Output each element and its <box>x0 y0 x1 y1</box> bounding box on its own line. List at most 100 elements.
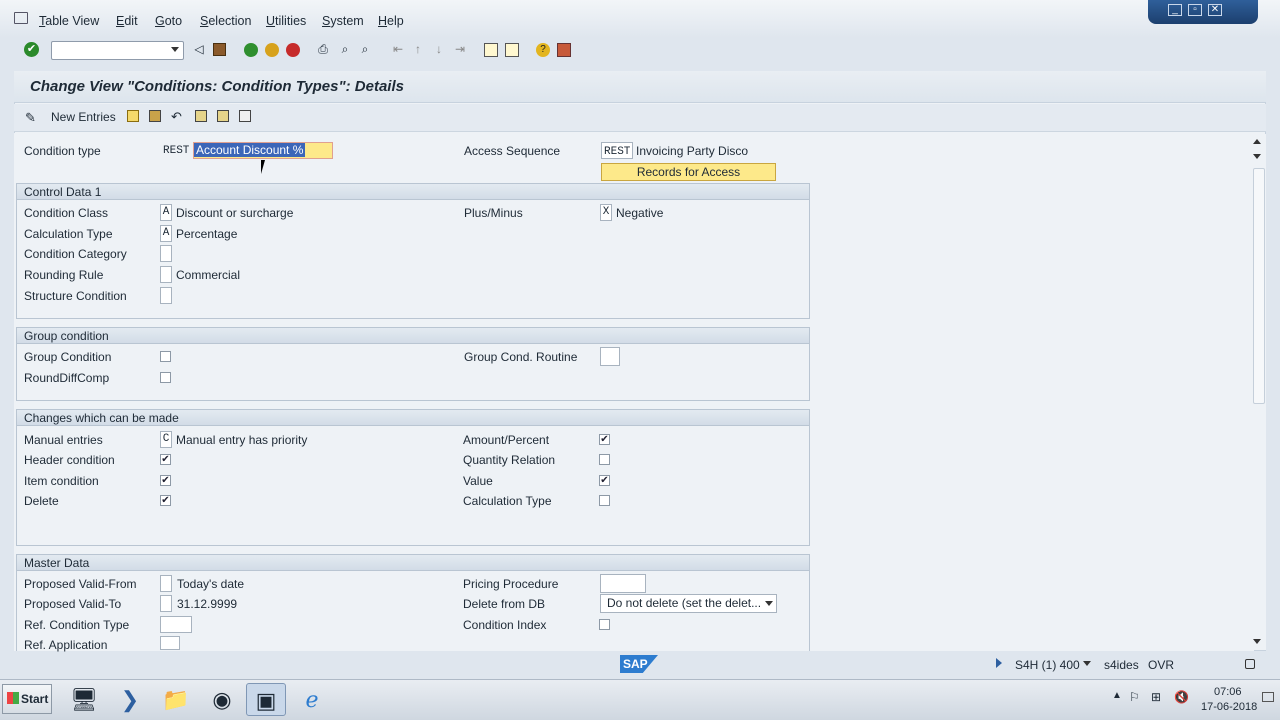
menu-goto[interactable]: Goto <box>155 14 182 28</box>
delete-checkbox[interactable]: ✔ <box>160 495 171 506</box>
cancel-icon[interactable] <box>286 43 300 57</box>
group-condition-title: Group condition <box>17 328 809 344</box>
command-field[interactable] <box>51 41 184 60</box>
chrome-icon[interactable]: ◉ <box>202 683 242 716</box>
calculation-type-field[interactable]: A <box>160 225 172 242</box>
rounding-rule-label: Rounding Rule <box>24 268 104 282</box>
pencil-icon[interactable]: ✎ <box>25 110 36 126</box>
print-icon[interactable]: ⎙ <box>316 42 330 56</box>
scroll-down-icon-bottom[interactable] <box>1253 639 1261 644</box>
save-icon[interactable] <box>213 43 226 56</box>
item-condition-label: Item condition <box>24 474 99 488</box>
new-entries-button[interactable]: New Entries <box>51 110 116 124</box>
access-sequence-code-field[interactable]: REST <box>601 142 633 159</box>
condition-class-field[interactable]: A <box>160 204 172 221</box>
condition-type-desc: Account Discount % <box>194 143 306 157</box>
chevron-down-icon[interactable] <box>1083 661 1091 666</box>
menu-system[interactable]: System <box>322 14 364 28</box>
volume-icon[interactable]: 🔇 <box>1174 690 1189 704</box>
condition-category-field[interactable] <box>160 245 172 262</box>
previous-entry-icon[interactable] <box>195 110 207 122</box>
scroll-down-icon[interactable] <box>1253 154 1261 159</box>
undo-icon[interactable]: ↶ <box>171 109 182 125</box>
enter-icon[interactable]: ✔ <box>24 42 39 57</box>
delete-icon[interactable] <box>149 110 161 122</box>
records-for-access-button[interactable]: Records for Access <box>601 163 776 181</box>
delete-label: Delete <box>24 494 59 508</box>
group-cond-routine-label: Group Cond. Routine <box>464 350 578 364</box>
minimize-icon[interactable]: _ <box>1168 4 1182 16</box>
new-session-icon[interactable] <box>484 43 498 57</box>
amount-percent-checkbox[interactable]: ✔ <box>599 434 610 445</box>
find-next-icon[interactable]: ⌕ <box>358 42 372 56</box>
menu-utilities[interactable]: Utilities <box>266 14 306 28</box>
group-cond-routine-field[interactable] <box>600 347 620 366</box>
help-icon[interactable]: ? <box>536 43 550 57</box>
ref-condition-type-label: Ref. Condition Type <box>24 618 130 632</box>
valid-to-field[interactable] <box>160 595 172 612</box>
group-condition-checkbox[interactable] <box>160 351 171 362</box>
tray-arrow-icon[interactable]: ▲ <box>1112 690 1122 701</box>
next-page-icon[interactable]: ↓ <box>432 42 446 56</box>
menu-help[interactable]: Help <box>378 14 404 28</box>
exit-icon[interactable] <box>265 43 279 57</box>
powershell-icon[interactable]: ❯ <box>110 683 150 716</box>
condition-type-code-field[interactable]: REST <box>161 142 193 159</box>
play-icon[interactable] <box>996 658 1002 668</box>
quantity-relation-checkbox[interactable] <box>599 454 610 465</box>
menu-selection[interactable]: Selection <box>200 14 251 28</box>
menu-bar <box>0 0 1280 38</box>
pricing-procedure-field[interactable] <box>600 574 646 593</box>
condition-class-text: Discount or surcharge <box>176 206 294 220</box>
header-condition-label: Header condition <box>24 453 115 467</box>
menu-table-view[interactable]: Table View <box>39 14 99 28</box>
show-desktop-icon[interactable] <box>1262 692 1274 702</box>
rounding-rule-text: Commercial <box>176 268 241 282</box>
select-icon[interactable] <box>239 110 251 122</box>
server-manager-icon[interactable]: 🖥 <box>64 683 104 716</box>
scrollbar-thumb[interactable] <box>1253 168 1265 404</box>
internet-explorer-icon[interactable]: ℯ <box>292 683 332 716</box>
network-icon[interactable]: ⊞ <box>1151 690 1161 704</box>
customize-layout-icon[interactable] <box>557 43 571 57</box>
condition-type-desc-field[interactable]: Account Discount % <box>193 142 333 159</box>
condition-index-checkbox[interactable] <box>599 619 610 630</box>
structure-condition-label: Structure Condition <box>24 289 127 303</box>
calc-type-change-checkbox[interactable] <box>599 495 610 506</box>
item-condition-checkbox[interactable]: ✔ <box>160 475 171 486</box>
restore-icon[interactable]: ▫ <box>1188 4 1202 16</box>
rounding-rule-field[interactable] <box>160 266 172 283</box>
prev-page-icon[interactable]: ↑ <box>411 42 425 56</box>
flag-icon[interactable]: ⚐ <box>1129 690 1140 704</box>
menu-icon[interactable] <box>14 12 28 24</box>
sap-logon-icon[interactable]: ▣ <box>246 683 286 716</box>
file-explorer-icon[interactable]: 📁 <box>156 683 196 716</box>
plus-minus-field[interactable]: X <box>600 204 612 221</box>
valid-from-field[interactable] <box>160 575 172 592</box>
condition-index-label: Condition Index <box>463 618 547 632</box>
scroll-up-icon[interactable] <box>1253 139 1261 144</box>
header-condition-checkbox[interactable]: ✔ <box>160 454 171 465</box>
structure-condition-field[interactable] <box>160 287 172 304</box>
shortcut-icon[interactable] <box>505 43 519 57</box>
manual-entries-field[interactable]: C <box>160 431 172 448</box>
menu-edit[interactable]: Edit <box>116 14 138 28</box>
value-checkbox[interactable]: ✔ <box>599 475 610 486</box>
last-page-icon[interactable]: ⇥ <box>453 42 467 56</box>
system-info: S4H (1) 400 <box>1015 658 1080 672</box>
copy-icon[interactable] <box>127 110 139 122</box>
ref-application-field[interactable] <box>160 636 180 650</box>
first-page-icon[interactable]: ⇤ <box>391 42 405 56</box>
delete-from-db-select[interactable]: Do not delete (set the delet... <box>600 594 777 613</box>
amount-percent-label: Amount/Percent <box>463 433 550 447</box>
find-icon[interactable]: ⌕ <box>338 42 352 56</box>
back-icon[interactable] <box>244 43 258 57</box>
back-arrow-icon[interactable]: ◁ <box>192 42 206 56</box>
rounddiffcomp-checkbox[interactable] <box>160 372 171 383</box>
next-entry-icon[interactable] <box>217 110 229 122</box>
close-icon[interactable]: ✕ <box>1208 4 1222 16</box>
ref-application-label: Ref. Application <box>24 638 108 652</box>
access-sequence-label: Access Sequence <box>464 144 561 158</box>
ref-condition-type-field[interactable] <box>160 616 192 633</box>
insert-mode: OVR <box>1148 658 1175 672</box>
